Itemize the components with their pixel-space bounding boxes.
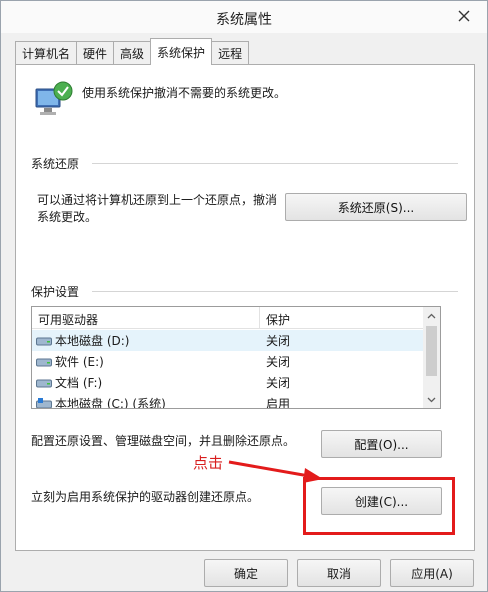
drive-state: 关闭 — [266, 334, 291, 348]
drive-name: 本地磁盘 (D:) — [55, 334, 130, 348]
protection-section-title: 保护设置 — [31, 285, 80, 299]
annotation-label: 点击 — [193, 454, 224, 472]
restore-text-line2: 系统更改。 — [37, 210, 98, 224]
tab-strip: 计算机名 硬件 高级 系统保护 远程 — [15, 38, 250, 65]
drive-list[interactable]: 可用驱动器 保护 本地磁盘 (D:) 关闭 软件 (E:) 关闭 文档 (F:)… — [31, 306, 441, 409]
annotation-highlight-box — [303, 477, 455, 535]
restore-text-line1: 可以通过将计算机还原到上一个还原点，撤消 — [37, 193, 278, 207]
configure-text: 配置还原设置、管理磁盘空间，并且删除还原点。 — [31, 434, 296, 448]
drive-row-f[interactable]: 文档 (F:) 关闭 — [32, 372, 424, 393]
configure-button[interactable]: 配置(O)... — [321, 430, 442, 458]
system-protection-icon — [35, 81, 73, 115]
restore-section-title: 系统还原 — [31, 157, 80, 171]
hard-drive-icon — [36, 358, 52, 366]
drive-state: 关闭 — [266, 376, 291, 390]
drive-row-d[interactable]: 本地磁盘 (D:) 关闭 — [32, 330, 424, 351]
system-restore-button[interactable]: 系统还原(S)... — [285, 193, 467, 221]
tab-system-protection[interactable]: 系统保护 — [150, 38, 213, 65]
drive-row-c[interactable]: 本地磁盘 (C:) (系统) 启用 — [32, 393, 424, 409]
window-title: 系统属性 — [216, 12, 272, 28]
protection-divider — [92, 291, 458, 292]
scroll-up-button[interactable] — [423, 307, 440, 324]
ok-button[interactable]: 确定 — [204, 559, 288, 587]
drive-name: 文档 (F:) — [55, 376, 103, 390]
system-properties-window: 系统属性 计算机名 硬件 高级 系统保护 远程 使用系统保护撤消不需要的系统更改… — [0, 0, 488, 592]
drive-state: 启用 — [266, 397, 291, 409]
restore-divider — [92, 163, 458, 164]
hard-drive-icon — [36, 379, 52, 387]
drive-row-e[interactable]: 软件 (E:) 关闭 — [32, 351, 424, 372]
drive-name: 本地磁盘 (C:) (系统) — [55, 397, 166, 409]
cancel-button[interactable]: 取消 — [297, 559, 381, 587]
scroll-down-button[interactable] — [423, 391, 440, 408]
scroll-thumb[interactable] — [426, 326, 437, 376]
create-text: 立刻为启用系统保护的驱动器创建还原点。 — [31, 490, 260, 504]
drive-state: 关闭 — [266, 355, 291, 369]
drive-name: 软件 (E:) — [55, 355, 104, 369]
title-bar: 系统属性 — [1, 1, 487, 33]
drive-list-header: 可用驱动器 保护 — [32, 307, 424, 329]
apply-button[interactable]: 应用(A) — [390, 559, 474, 587]
windows-drive-icon — [36, 397, 52, 408]
drive-list-scrollbar[interactable] — [423, 307, 440, 408]
tab-advanced[interactable]: 高级 — [113, 41, 152, 65]
chevron-down-icon — [427, 397, 436, 402]
column-header-protection[interactable]: 保护 — [260, 307, 424, 329]
column-header-drive[interactable]: 可用驱动器 — [32, 307, 260, 329]
chevron-up-icon — [427, 313, 436, 318]
tab-remote[interactable]: 远程 — [211, 41, 250, 65]
hard-drive-icon — [36, 337, 52, 345]
close-icon — [458, 10, 470, 22]
tab-hardware[interactable]: 硬件 — [76, 41, 115, 65]
header-description: 使用系统保护撤消不需要的系统更改。 — [82, 86, 287, 100]
close-button[interactable] — [453, 5, 475, 27]
tab-computer-name[interactable]: 计算机名 — [15, 41, 78, 65]
